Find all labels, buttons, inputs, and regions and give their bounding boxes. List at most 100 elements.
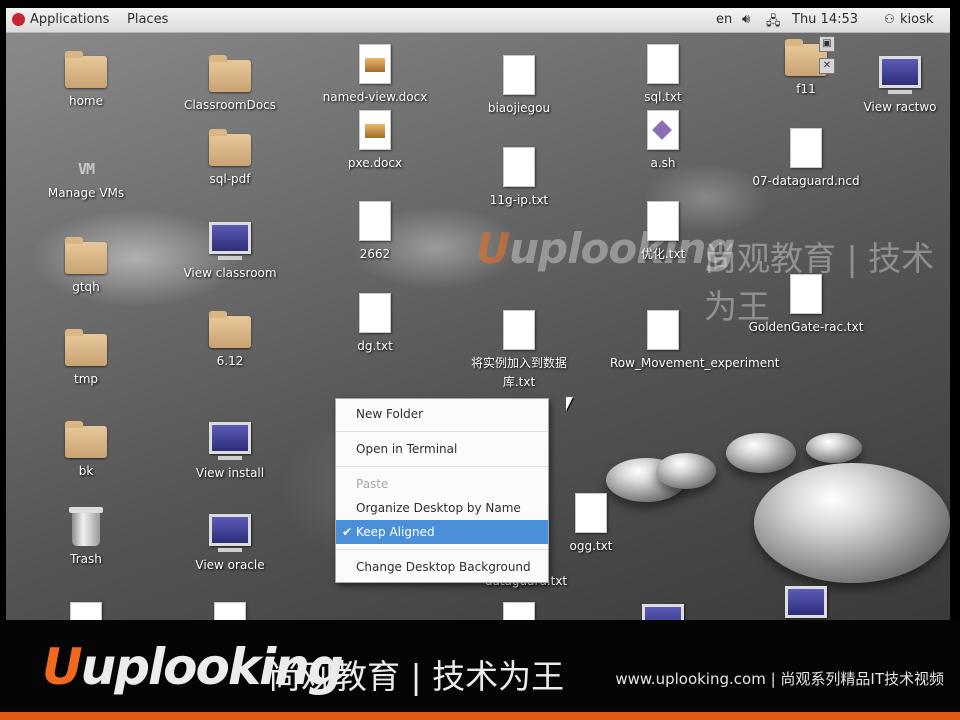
image-document-icon (359, 44, 391, 84)
desktop-icon-partial[interactable] (26, 602, 146, 620)
clock[interactable]: Thu 14:53 (792, 12, 858, 27)
desktop-icon-youhua[interactable]: 优化.txt (603, 201, 723, 264)
icon-label: gtqh (72, 280, 100, 294)
folder-icon (65, 329, 107, 366)
desktop-screen: Applications Places en 🔊︎ 🖧 Thu 14:53 ⚇ … (6, 8, 950, 620)
desktop-icon-biaojiegou[interactable]: biaojiegou (459, 55, 579, 118)
network-icon[interactable]: 🖧 (766, 12, 781, 34)
volume-icon[interactable]: 🔊︎ (742, 12, 750, 27)
desktop-icon-manage-vms[interactable]: VM Manage VMs (26, 154, 146, 203)
locked-folder-icon: ▣ ✕ (785, 36, 835, 76)
mouse-cursor-icon (566, 397, 573, 411)
menu-item-new-folder[interactable]: New Folder (336, 402, 548, 426)
text-file-icon (647, 44, 679, 84)
icon-label: Row_Movement_experiment (610, 356, 780, 370)
desktop-icon-gtqh[interactable]: gtqh (26, 237, 146, 297)
icon-label: sql-pdf (209, 172, 251, 186)
monitor-icon (209, 222, 251, 254)
desktop-icon-view-oracle[interactable]: View oracle (170, 514, 290, 575)
desktop-icon-view-classroom[interactable]: View classroom (170, 222, 290, 283)
desktop-icon-bk[interactable]: bk (26, 421, 146, 481)
checkmark-icon: ✔ (342, 525, 353, 539)
menu-item-open-terminal[interactable]: Open in Terminal (336, 437, 548, 461)
desktop-icon-11g-ip[interactable]: 11g-ip.txt (459, 147, 579, 210)
icon-label: 将实例加入到数据库.txt (470, 356, 567, 389)
water-drop (726, 433, 796, 473)
monitor-icon (879, 56, 921, 88)
desktop-icon-partial[interactable] (170, 602, 290, 620)
desktop-icon-home[interactable]: home (26, 51, 146, 111)
icon-label: 11g-ip.txt (489, 193, 549, 207)
menu-item-organize-by-name[interactable]: Organize Desktop by Name (336, 496, 548, 520)
applications-menu[interactable]: Applications (30, 12, 109, 27)
icon-label: ClassroomDocs (183, 98, 277, 112)
text-file-icon (214, 602, 246, 620)
monitor-icon (642, 604, 684, 620)
desktop-icon-shili[interactable]: 将实例加入到数据库.txt (459, 310, 579, 392)
desktop-icon-named-view[interactable]: named-view.docx (315, 44, 435, 107)
text-file-icon (503, 310, 535, 350)
desktop-icon-view-install[interactable]: View install (170, 422, 290, 483)
desktop-icon-ogg-txt[interactable]: ogg.txt (531, 493, 651, 556)
lock-emblem-icon: ▣ (819, 36, 835, 52)
text-file-icon (503, 147, 535, 187)
places-menu[interactable]: Places (127, 12, 168, 27)
menu-item-keep-aligned[interactable]: ✔ Keep Aligned (336, 520, 548, 544)
desktop-icon-dg-txt[interactable]: dg.txt (315, 293, 435, 356)
water-drop (656, 453, 716, 489)
top-panel: Applications Places en 🔊︎ 🖧 Thu 14:53 ⚇ … (6, 8, 950, 33)
text-file-icon (790, 274, 822, 314)
desktop-icon-partial[interactable] (459, 602, 579, 620)
desktop-icon-trash[interactable]: Trash (26, 507, 146, 569)
icon-label: ogg.txt (569, 539, 613, 553)
text-file-icon (359, 293, 391, 333)
icon-label: View ractwo (863, 100, 937, 114)
water-drop (806, 433, 862, 463)
desktop-icon-goldengate[interactable]: GoldenGate-rac.txt (746, 274, 866, 337)
desktop-context-menu: New Folder Open in Terminal Paste Organi… (335, 398, 549, 583)
desktop-icon-partial[interactable] (746, 586, 866, 618)
icon-label: dg.txt (357, 339, 393, 353)
text-file-icon (503, 55, 535, 95)
menu-item-label: Keep Aligned (356, 525, 435, 539)
text-file-icon (790, 128, 822, 168)
monitor-icon (209, 514, 251, 546)
icon-label: View install (195, 466, 265, 480)
distro-logo-icon (12, 13, 25, 26)
icon-label: View oracle (195, 558, 265, 572)
monitor-stand (888, 90, 912, 94)
desktop-icon-2662[interactable]: 2662 (315, 201, 435, 264)
icon-label: bk (78, 464, 94, 478)
icon-label: sql.txt (644, 90, 682, 104)
desktop-icon-partial[interactable] (603, 604, 723, 620)
folder-icon (65, 237, 107, 274)
folder-icon (209, 311, 251, 348)
monitor-stand (218, 256, 242, 260)
virt-manager-icon: VM (77, 160, 95, 178)
desktop-icon-6-12[interactable]: 6.12 (170, 311, 290, 371)
desktop-icon-dataguard-ncd[interactable]: 07-dataguard.ncd (746, 128, 866, 191)
menu-item-paste: Paste (356, 477, 389, 491)
desktop-icon-classroomdocs[interactable]: ClassroomDocs (170, 55, 290, 115)
desktop-icon-pxe-docx[interactable]: pxe.docx (315, 110, 435, 173)
monitor-stand (218, 456, 242, 460)
desktop-icon-row-movement[interactable]: Row_Movement_experiment (603, 310, 780, 373)
desktop-icon-sql-pdf[interactable]: sql-pdf (170, 129, 290, 189)
text-file-icon (647, 310, 679, 350)
video-banner: Uuplooking 尚观教育 | 技术为王 www.uplooking.com… (0, 620, 960, 720)
text-file-icon (575, 493, 607, 533)
desktop-icon-a-sh[interactable]: a.sh (603, 110, 723, 173)
text-file-icon (70, 602, 102, 620)
desktop-icon-tmp[interactable]: tmp (26, 329, 146, 389)
desktop-icon-view-ractwo[interactable]: View ractwo (840, 56, 950, 117)
icon-label: 07-dataguard.ncd (752, 174, 860, 188)
no-access-emblem-icon: ✕ (819, 58, 835, 74)
user-menu[interactable]: kiosk (900, 12, 933, 27)
icon-label: Trash (70, 552, 102, 566)
menu-item-change-background[interactable]: Change Desktop Background (336, 555, 548, 579)
menu-separator (336, 431, 548, 432)
input-language-indicator[interactable]: en (716, 12, 732, 27)
folder-icon (209, 129, 251, 166)
icon-label: Manage VMs (47, 186, 125, 200)
desktop-icon-sql-txt[interactable]: sql.txt (603, 44, 723, 107)
